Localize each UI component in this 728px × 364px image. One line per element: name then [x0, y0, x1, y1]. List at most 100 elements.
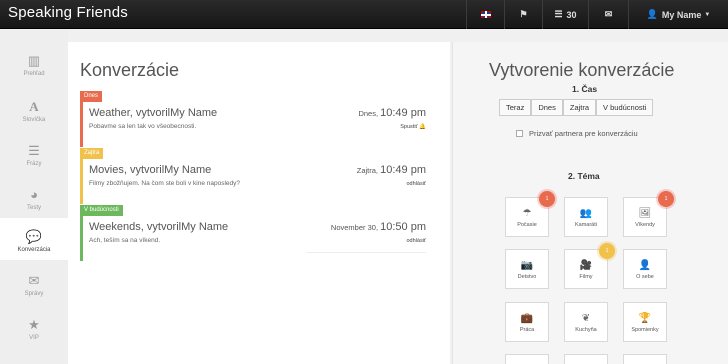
topic-card-partial[interactable] — [623, 354, 667, 364]
user-name: My Name — [661, 9, 702, 20]
tab-dnes[interactable]: Dnes — [531, 99, 563, 116]
sidebar-item-label: Prehľad — [23, 71, 45, 77]
user-icon: 👤 — [646, 9, 658, 19]
conversation-date: Dnes, 10:49 pm — [358, 107, 426, 119]
topic-label: Kamaráti — [574, 222, 597, 228]
tab-teraz[interactable]: Teraz — [499, 99, 532, 116]
topic-detstvo[interactable]: 📷 Detstvo — [505, 249, 549, 289]
conversation-tag: V budúcnosti — [80, 205, 123, 216]
sidebar-item-testy[interactable]: ◕ Testy — [0, 176, 68, 218]
topic-badge: 1 — [658, 191, 674, 207]
uk-flag-icon — [480, 11, 491, 18]
gauge-icon: ◕ — [30, 187, 38, 202]
person-icon: 👤 — [638, 260, 652, 271]
app-title[interactable]: Speaking Friends — [8, 4, 128, 21]
sidebar-item-label: Testy — [26, 205, 41, 211]
step-time-heading: 1. Čas — [572, 84, 598, 94]
leaf-icon: ❦ — [581, 313, 591, 324]
sidebar-item-slovicka[interactable]: A Slovíčka — [0, 88, 68, 130]
time: 10:49 pm — [380, 107, 426, 119]
date-prefix: Dnes, — [358, 109, 379, 118]
flag-icon: ⚑ — [519, 9, 528, 19]
letter-a-icon: A — [29, 99, 39, 114]
topic-kamarati[interactable]: 👥 Kamaráti — [564, 197, 608, 237]
tab-v-buducnosti[interactable]: V budúcnosti — [596, 99, 654, 116]
sidebar-item-frazy[interactable]: ☰ Frázy — [0, 132, 68, 174]
conversation-subtitle: Ach, teším sa na víkend. — [89, 237, 161, 244]
tab-zajtra[interactable]: Zajtra — [562, 99, 597, 116]
users-icon: 👥 — [579, 208, 593, 219]
video-camera-icon: 🎥 — [579, 260, 593, 271]
navbar-right: ⚑ ☰ 30 ✉ 👤 My Name ▼ — [466, 0, 728, 29]
sidebar-item-label: Slovíčka — [22, 117, 46, 123]
conversation-tag: Zajtra — [80, 148, 104, 159]
camera-icon: 📷 — [520, 260, 534, 271]
bar-chart-icon: ▥ — [27, 53, 41, 68]
topic-card-partial[interactable] — [564, 354, 608, 364]
chat-bubble-icon: 💬 — [25, 229, 43, 244]
step-topic-heading: 2. Téma — [568, 171, 600, 181]
topic-label: O sebe — [636, 274, 654, 280]
topic-label: Počasie — [517, 222, 537, 228]
topic-label: Práca — [519, 327, 535, 333]
caret-down-icon: ▼ — [704, 11, 711, 18]
language-button[interactable] — [466, 0, 504, 29]
list-icon: ☰ — [554, 9, 563, 19]
list-icon: ☰ — [28, 143, 40, 158]
invite-partner-checkbox[interactable]: Prizvať partnera pre konverzáciu — [516, 129, 638, 138]
topic-card-partial[interactable] — [505, 354, 549, 364]
date-prefix: Zajtra, — [356, 166, 379, 175]
checkbox-box[interactable] — [516, 130, 523, 137]
topic-kuchyna[interactable]: ❦ Kuchyňa — [564, 302, 608, 342]
unsubscribe-button[interactable]: odhlásiť — [407, 181, 427, 187]
sidebar-item-prehlad[interactable]: ▥ Prehľad — [0, 42, 68, 84]
topic-o-sebe[interactable]: 👤 O sebe — [623, 249, 667, 289]
envelope-icon: ✉ — [604, 9, 613, 19]
user-menu[interactable]: 👤 My Name ▼ — [628, 0, 728, 29]
conversations-panel: Konverzácie Dnes Weather, vytvorilMy Nam… — [68, 42, 450, 364]
sidebar-item-label: Frázy — [26, 161, 42, 167]
time-tabs: Teraz Dnes Zajtra V budúcnosti — [499, 99, 654, 116]
conversation-item[interactable]: V budúcnosti Weekends, vytvorilMy Name A… — [80, 198, 436, 261]
conversation-body: Weekends, vytvorilMy Name Ach, teším sa … — [80, 216, 436, 261]
sidebar: ▥ Prehľad A Slovíčka ☰ Frázy ◕ Testy 💬 K… — [0, 30, 68, 364]
messages-button[interactable]: ☰ 30 — [542, 0, 588, 29]
date-prefix: November 30, — [330, 223, 379, 232]
divider — [306, 252, 426, 253]
topic-label: Spomienky — [631, 327, 659, 333]
topic-spomienky[interactable]: 🏆 Spomienky — [623, 302, 667, 342]
sidebar-item-spravy[interactable]: ✉ Správy — [0, 262, 68, 304]
picture-icon: 🖼 — [638, 208, 652, 219]
invite-label: Prizvať partnera pre konverzáciu — [529, 129, 638, 138]
conversation-item[interactable]: Dnes Weather, vytvorilMy Name Pobavme sa… — [80, 84, 436, 147]
envelope-icon: ✉ — [28, 273, 40, 288]
topic-label: Filmy — [579, 274, 593, 280]
topic-label: Víkendy — [635, 222, 655, 228]
notifications-button[interactable]: ⚑ — [504, 0, 542, 29]
mail-button[interactable]: ✉ — [588, 0, 628, 29]
sidebar-item-label: Správy — [24, 291, 44, 297]
topic-label: Detstvo — [517, 274, 537, 280]
umbrella-icon: ☂ — [522, 208, 532, 219]
unsubscribe-button[interactable]: odhlásiť — [407, 238, 427, 244]
messages-count: 30 — [566, 9, 577, 20]
topic-praca[interactable]: 💼 Práca — [505, 302, 549, 342]
sidebar-item-vip[interactable]: ★ VIP — [0, 306, 68, 348]
conversation-date: Zajtra, 10:49 pm — [357, 164, 426, 176]
sidebar-item-label: VIP — [29, 335, 39, 341]
page-title: Konverzácie — [80, 60, 180, 80]
start-button[interactable]: Spustiť 🔔 — [400, 124, 426, 130]
conversation-date: November 30, 10:50 pm — [331, 221, 426, 233]
topic-label: Kuchyňa — [575, 327, 597, 333]
topic-badge: 1 — [599, 243, 615, 259]
sidebar-item-konverzacia[interactable]: 💬 Konverzácia — [0, 218, 68, 260]
briefcase-icon: 💼 — [520, 313, 534, 324]
conversation-tag: Dnes — [80, 91, 103, 102]
star-icon: ★ — [28, 317, 40, 332]
time: 10:50 pm — [380, 221, 426, 233]
conversation-subtitle: Pobavme sa len tak vo všeobecnosti. — [89, 123, 197, 130]
sidebar-item-label: Konverzácia — [17, 247, 51, 253]
conversation-item[interactable]: Zajtra Movies, vytvorilMy Name Filmy zbo… — [80, 141, 436, 204]
top-navbar: Speaking Friends ⚑ ☰ 30 ✉ 👤 My Name ▼ — [0, 0, 728, 29]
conversation-subtitle: Filmy zbožňujem. Na čom ste boli v kine … — [89, 180, 241, 187]
